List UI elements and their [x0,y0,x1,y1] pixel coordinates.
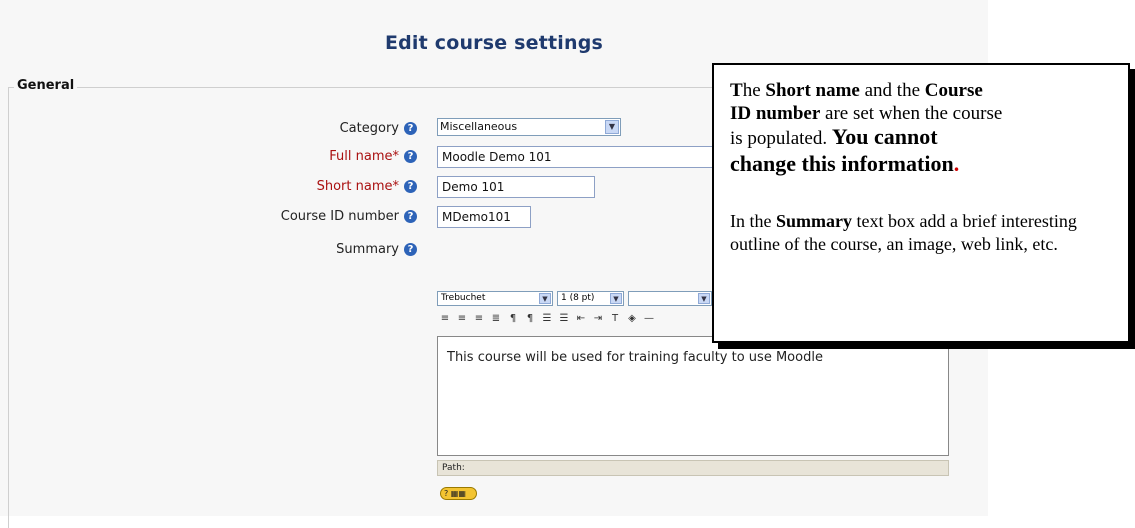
help-icon[interactable]: ? [404,122,417,135]
category-select[interactable]: Miscellaneous ▼ [437,118,621,136]
outdent-icon[interactable]: ⇤ [574,313,588,325]
full-name-label: Full name*? [329,149,417,164]
rtl-icon[interactable]: ¶ [523,313,537,325]
text-color-icon[interactable]: T [608,313,622,325]
page-title: Edit course settings [384,32,604,54]
instruction-callout: The Short name and the Course ID number … [712,63,1130,343]
summary-label: Summary? [336,242,417,257]
short-name-input[interactable]: Demo 101 [437,176,595,198]
chevron-down-icon[interactable]: ▼ [698,293,710,304]
editor-toolbar: ≡ ≡ ≡ ≣ ¶ ¶ ☰ ☰ ⇤ ⇥ T ◈ — [438,311,656,327]
align-right-icon[interactable]: ≡ [472,313,486,325]
unordered-list-icon[interactable]: ☰ [557,313,571,325]
chevron-down-icon[interactable]: ▼ [539,293,551,304]
align-center-icon[interactable]: ≡ [455,313,469,325]
short-name-label: Short name*? [317,179,417,194]
help-icon[interactable]: ? [404,180,417,193]
category-label: Category? [340,121,417,136]
ordered-list-icon[interactable]: ☰ [540,313,554,325]
summary-editor[interactable]: This course will be used for training fa… [437,336,949,456]
ltr-icon[interactable]: ¶ [506,313,520,325]
align-left-icon[interactable]: ≡ [438,313,452,325]
help-icon[interactable]: ? [404,150,417,163]
format-select[interactable]: ▼ [628,291,712,306]
summary-instruction: In the Summary text box add a brief inte… [730,211,1077,254]
font-family-select[interactable]: Trebuchet ▼ [437,291,553,306]
course-id-input[interactable]: MDemo101 [437,206,531,228]
indent-icon[interactable]: ⇥ [591,313,605,325]
justify-icon[interactable]: ≣ [489,313,503,325]
editor-help-button[interactable]: ? ▦▦ [440,487,477,500]
full-name-input[interactable]: Moodle Demo 101 [437,146,722,168]
editor-path-bar: Path: [437,460,949,476]
help-icon[interactable]: ? [404,210,417,223]
highlight-icon[interactable]: ◈ [625,313,639,325]
horizontal-rule-icon[interactable]: — [642,313,656,325]
chevron-down-icon[interactable]: ▼ [605,120,619,134]
font-size-select[interactable]: 1 (8 pt) ▼ [557,291,624,306]
chevron-down-icon[interactable]: ▼ [610,293,622,304]
course-id-label: Course ID number? [281,209,417,224]
help-icon[interactable]: ? [404,243,417,256]
general-legend: General [14,78,78,93]
